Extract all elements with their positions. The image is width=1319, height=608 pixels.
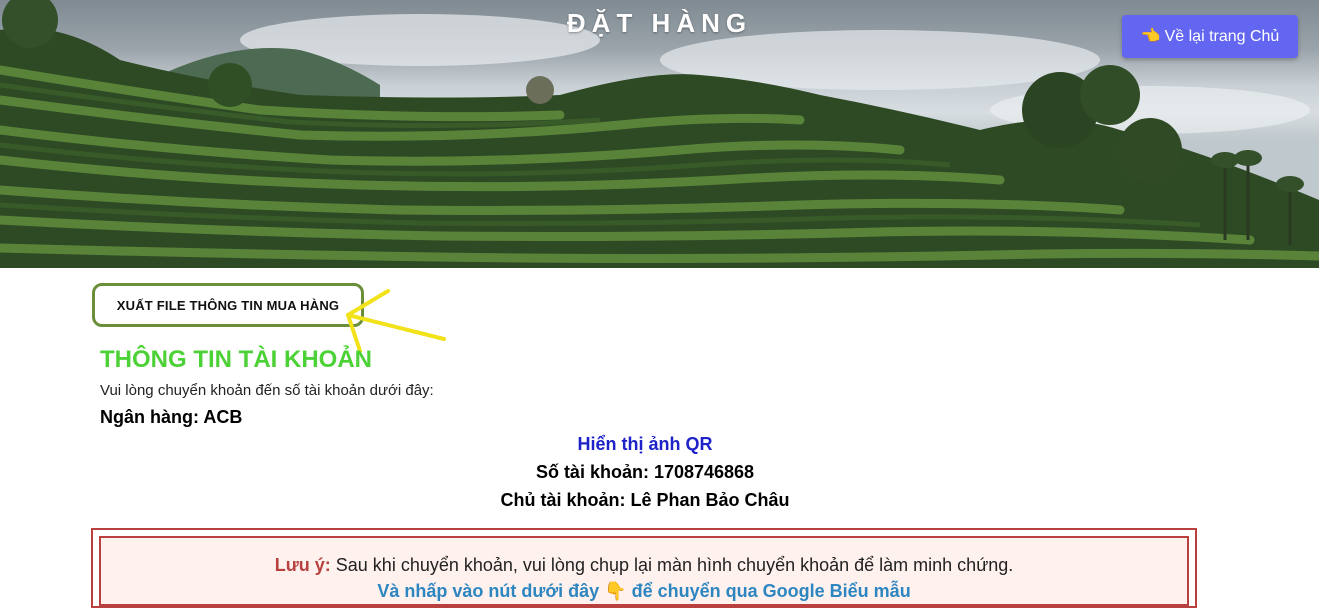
google-form-link[interactable]: Và nhấp vào nút dưới đây 👇 để chuyển qua…	[99, 581, 1189, 602]
home-button[interactable]: 👈 Về lại trang Chủ	[1122, 15, 1298, 58]
show-qr-label: Hiển thị ảnh QR	[577, 434, 713, 454]
account-info-title: THÔNG TIN TÀI KHOẢN	[100, 346, 372, 373]
account-number: Số tài khoản: 1708746868	[535, 462, 755, 482]
account-owner: Chủ tài khoản: Lê Phan Bảo Châu	[500, 490, 790, 510]
show-qr-link[interactable]: Hiển thị ảnh QR	[0, 434, 1290, 455]
pointing-hand-icon: 👈	[1140, 27, 1161, 45]
note-message: Sau khi chuyển khoản, vui lòng chụp lại …	[335, 555, 1014, 575]
home-button-label: Về lại trang Chủ	[1164, 27, 1280, 45]
annotation-arrow-icon	[346, 289, 446, 353]
pointing-down-hand-icon: 👇	[604, 581, 627, 601]
note-text: Lưu ý: Sau khi chuyển khoản, vui lòng ch…	[99, 555, 1189, 576]
google-form-link-text: Và nhấp vào nút dưới đây	[377, 581, 600, 601]
bank-name: Ngân hàng: ACB	[100, 407, 243, 427]
export-order-info-button[interactable]: XUẤT FILE THÔNG TIN MUA HÀNG	[92, 283, 364, 327]
google-form-link-text-2: để chuyển qua Google Biểu mẫu	[631, 581, 911, 601]
note-label: Lưu ý:	[274, 555, 331, 575]
export-button-label: XUẤT FILE THÔNG TIN MUA HÀNG	[116, 297, 340, 313]
hero-banner: ĐẶT HÀNG 👈 Về lại trang Chủ	[0, 0, 1319, 268]
transfer-instruction: Vui lòng chuyển khoản đến số tài khoản d…	[100, 382, 434, 399]
